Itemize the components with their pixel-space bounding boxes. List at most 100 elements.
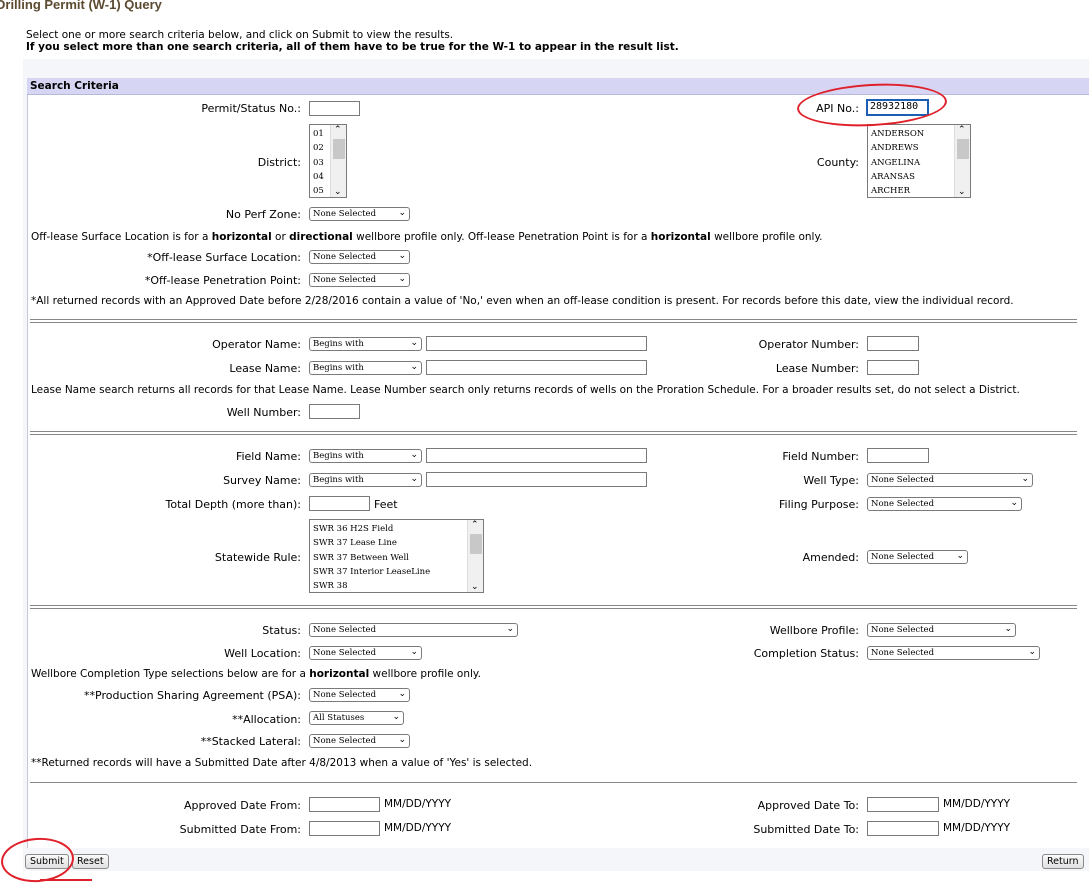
chevron-down-icon: ⌄ [410, 450, 418, 460]
lease-name-mode: Begins with [313, 363, 364, 373]
well-location-select[interactable]: None Selected ⌄ [309, 646, 422, 660]
submitted-from-label: Submitted Date From: [179, 823, 301, 836]
intro-text: Select one or more search criteria below… [26, 29, 679, 53]
district-option[interactable]: 01 [313, 127, 324, 141]
section-divider [30, 431, 1077, 435]
offlease-pen-select[interactable]: None Selected ⌄ [309, 273, 410, 287]
no-perf-select[interactable]: None Selected ⌄ [309, 207, 410, 221]
well-number-label: Well Number: [226, 406, 301, 419]
permit-input[interactable] [309, 101, 360, 116]
status-value: None Selected [313, 625, 377, 635]
operator-name-mode-select[interactable]: Begins with ⌄ [309, 337, 422, 351]
statewide-rule-scrollbar[interactable]: ⌃ ⌄ [467, 520, 483, 592]
submitted-to-label: Submitted Date To: [753, 823, 859, 836]
field-number-input[interactable] [867, 448, 929, 463]
county-scrollbar[interactable]: ⌃ ⌄ [954, 125, 970, 197]
field-name-mode-select[interactable]: Begins with ⌄ [309, 449, 422, 463]
stacked-lateral-select[interactable]: None Selected ⌄ [309, 734, 410, 748]
chevron-down-icon[interactable]: ⌄ [334, 187, 342, 197]
chevron-down-icon[interactable]: ⌄ [958, 187, 966, 197]
chevron-down-icon: ⌄ [398, 251, 406, 261]
county-options[interactable]: ANDERSON ANDREWS ANGELINA ARANSAS ARCHER [871, 127, 924, 197]
amended-select[interactable]: None Selected ⌄ [867, 550, 968, 564]
district-option[interactable]: 05 [313, 184, 324, 197]
section-divider [30, 319, 1077, 323]
chevron-up-icon[interactable]: ⌃ [334, 125, 342, 135]
allocation-select[interactable]: All Statuses ⌄ [309, 711, 404, 725]
operator-name-input[interactable] [426, 336, 647, 351]
no-perf-label: No Perf Zone: [225, 208, 301, 221]
offlease-surface-select[interactable]: None Selected ⌄ [309, 250, 410, 264]
statewide-rule-listbox[interactable]: SWR 36 H2S Field SWR 37 Lease Line SWR 37 … [309, 519, 484, 593]
offlease-pen-value: None Selected [313, 275, 377, 285]
submit-button[interactable]: Submit [25, 854, 69, 869]
amended-label: Amended: [802, 551, 859, 564]
well-number-input[interactable] [309, 404, 360, 419]
operator-number-input[interactable] [867, 336, 919, 351]
well-type-select[interactable]: None Selected ⌄ [867, 473, 1033, 487]
statewide-rule-option[interactable]: SWR 37 Interior LeaseLine [313, 565, 430, 579]
district-option[interactable]: 04 [313, 170, 324, 184]
completion-status-select[interactable]: None Selected ⌄ [867, 646, 1040, 660]
district-options[interactable]: 01 02 03 04 05 [313, 127, 324, 197]
scroll-thumb[interactable] [470, 534, 482, 554]
statewide-rule-option[interactable]: SWR 37 Between Well [313, 551, 430, 565]
submitted-from-input[interactable] [309, 821, 380, 836]
submitted-to-input[interactable] [867, 821, 939, 836]
county-option[interactable]: ARCHER [871, 184, 924, 197]
api-input[interactable]: 28932180 [866, 99, 929, 116]
wellbore-profile-select[interactable]: None Selected ⌄ [867, 623, 1016, 637]
approved-to-input[interactable] [867, 797, 939, 812]
statewide-rule-options[interactable]: SWR 36 H2S Field SWR 37 Lease Line SWR 37 … [313, 522, 430, 592]
district-scrollbar[interactable]: ⌃ ⌄ [330, 125, 346, 197]
district-listbox[interactable]: 01 02 03 04 05 ⌃ ⌄ [309, 124, 347, 198]
field-name-label: Field Name: [235, 450, 301, 463]
approved-from-input[interactable] [309, 797, 380, 812]
total-depth-label: Total Depth (more than): [165, 498, 301, 511]
returned-note: **Returned records will have a Submitted… [31, 757, 533, 769]
field-name-mode: Begins with [313, 451, 364, 461]
lease-name-input[interactable] [426, 360, 647, 375]
lease-number-label: Lease Number: [775, 362, 859, 375]
field-number-label: Field Number: [782, 450, 859, 463]
chevron-up-icon[interactable]: ⌃ [958, 125, 966, 135]
district-option[interactable]: 03 [313, 156, 324, 170]
county-option[interactable]: ANGELINA [871, 156, 924, 170]
no-perf-value: None Selected [313, 209, 377, 219]
chevron-down-icon: ⌄ [410, 362, 418, 372]
lease-name-label: Lease Name: [229, 362, 301, 375]
psa-select[interactable]: None Selected ⌄ [309, 688, 410, 702]
total-depth-input[interactable] [309, 496, 370, 511]
lease-name-mode-select[interactable]: Begins with ⌄ [309, 361, 422, 375]
chevron-down-icon: ⌄ [398, 208, 406, 218]
survey-name-mode-select[interactable]: Begins with ⌄ [309, 473, 422, 487]
statewide-rule-option[interactable]: SWR 36 H2S Field [313, 522, 430, 536]
chevron-down-icon: ⌄ [398, 274, 406, 284]
district-label: District: [257, 156, 301, 169]
operator-name-label: Operator Name: [212, 338, 301, 351]
reset-button[interactable]: Reset [72, 854, 109, 869]
filing-purpose-select[interactable]: None Selected ⌄ [867, 497, 1022, 511]
survey-name-input[interactable] [426, 472, 647, 487]
chevron-up-icon[interactable]: ⌃ [471, 520, 479, 530]
return-button[interactable]: Return [1042, 854, 1084, 869]
status-select[interactable]: None Selected ⌄ [309, 623, 518, 637]
chevron-down-icon: ⌄ [392, 712, 400, 722]
field-name-input[interactable] [426, 448, 647, 463]
api-label: API No.: [816, 102, 859, 115]
district-option[interactable]: 02 [313, 141, 324, 155]
scroll-thumb[interactable] [957, 139, 969, 159]
scroll-thumb[interactable] [333, 139, 345, 159]
lease-number-input[interactable] [867, 360, 919, 375]
chevron-down-icon[interactable]: ⌄ [471, 582, 479, 592]
amended-value: None Selected [871, 552, 935, 562]
county-option[interactable]: ANDREWS [871, 141, 924, 155]
county-listbox[interactable]: ANDERSON ANDREWS ANGELINA ARANSAS ARCHER ⌃ ⌄ [867, 124, 971, 198]
county-label: County: [816, 156, 859, 169]
submitted-from-format: MM/DD/YYYY [384, 822, 452, 834]
county-option[interactable]: ANDERSON [871, 127, 924, 141]
filing-purpose-value: None Selected [871, 499, 935, 509]
statewide-rule-option[interactable]: SWR 37 Lease Line [313, 536, 430, 550]
county-option[interactable]: ARANSAS [871, 170, 924, 184]
statewide-rule-option[interactable]: SWR 38 [313, 579, 430, 592]
